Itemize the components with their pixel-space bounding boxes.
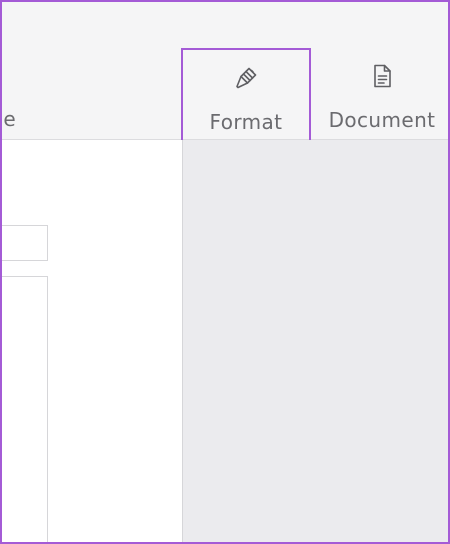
app-window: e Format Document <box>0 0 450 544</box>
toolbar-cut-off-label: e <box>3 107 16 131</box>
toolbar: e Format Document <box>2 2 448 151</box>
document-button[interactable]: Document <box>317 48 447 151</box>
format-sidebar-panel <box>183 140 448 542</box>
document-button-label: Document <box>328 108 436 132</box>
page-header-box[interactable] <box>2 225 48 261</box>
document-canvas[interactable] <box>2 140 183 542</box>
paintbrush-icon <box>232 64 260 92</box>
page-body-box[interactable] <box>2 276 48 542</box>
format-button-label: Format <box>209 110 283 134</box>
format-button[interactable]: Format <box>181 48 311 151</box>
document-icon <box>368 62 396 90</box>
